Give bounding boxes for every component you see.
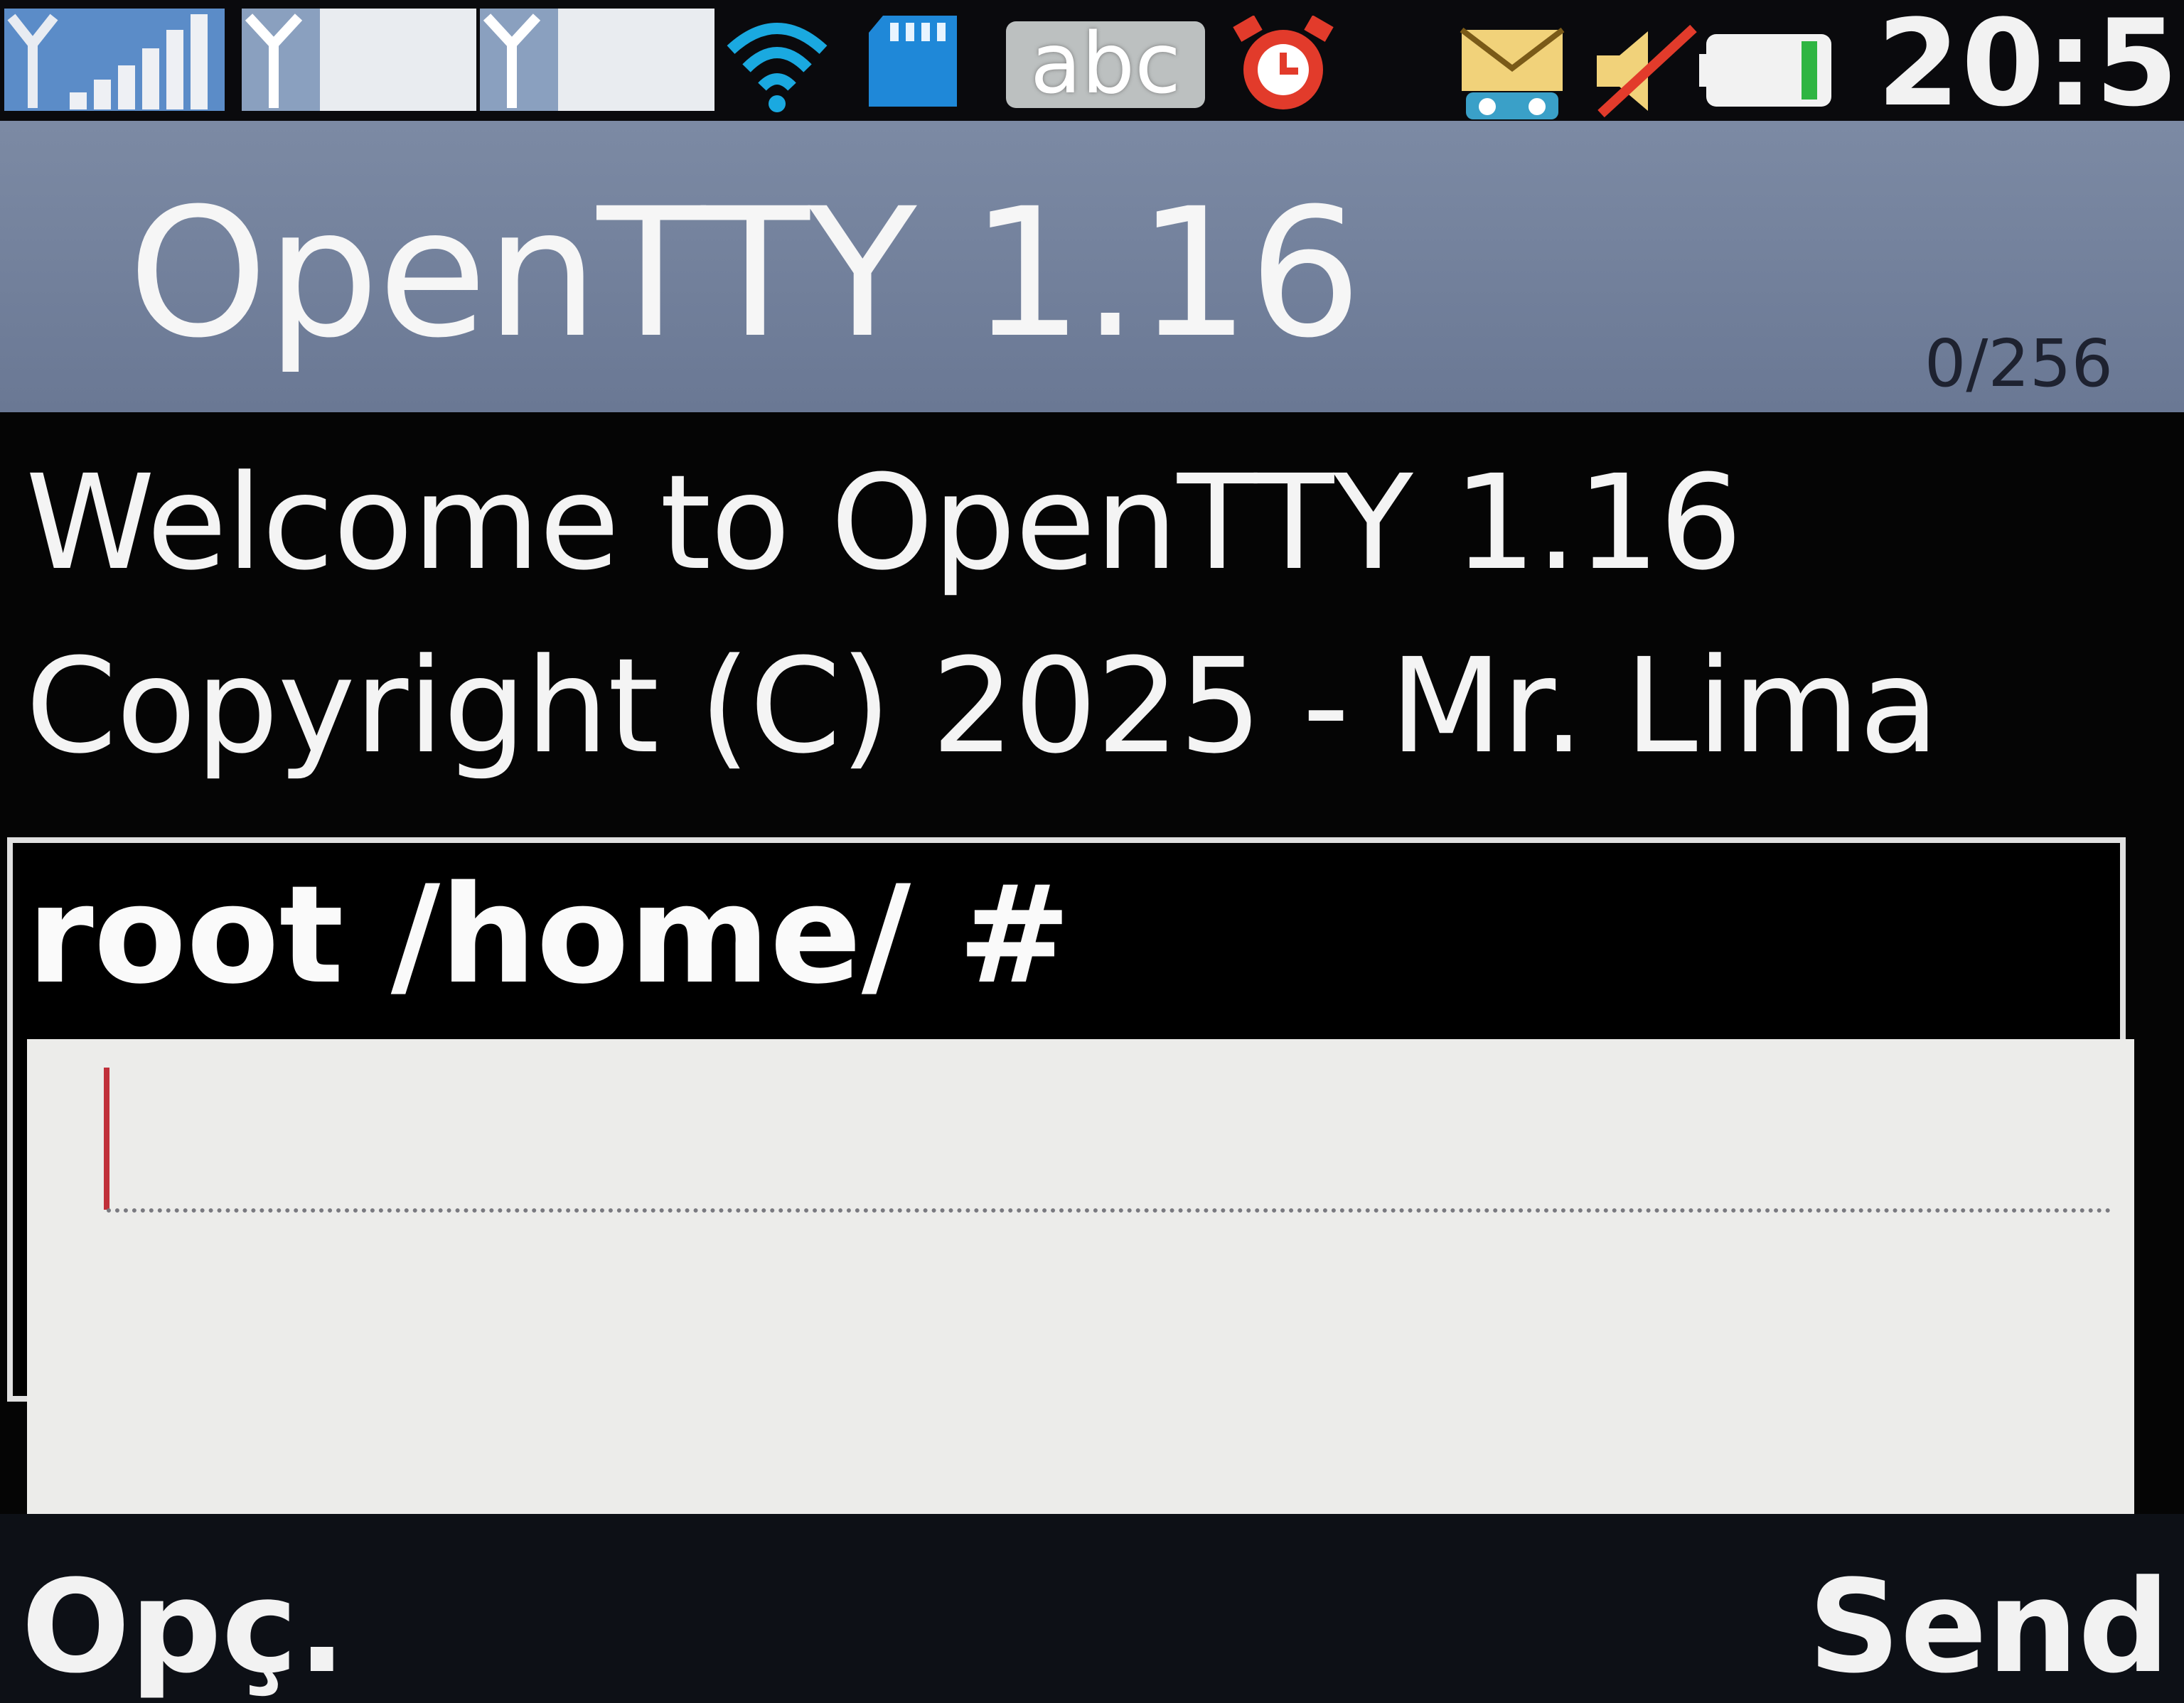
alarm-icon <box>1233 16 1334 109</box>
softkey-bar: Opç. Send <box>0 1514 2184 1703</box>
input-mode-icon: abc <box>1006 21 1205 108</box>
message-icon <box>1460 27 1565 119</box>
sd-card-icon <box>869 16 957 107</box>
text-caret <box>104 1068 109 1210</box>
command-prompt-label: root /home/ # <box>27 856 1071 1014</box>
silent-mode-icon <box>1597 24 1697 118</box>
wifi-icon <box>727 23 828 112</box>
send-softkey[interactable]: Send <box>1808 1557 2170 1699</box>
command-box: root /home/ # <box>7 837 2134 1538</box>
signal-icon <box>4 9 225 111</box>
command-input[interactable] <box>27 1039 2134 1538</box>
output-line-welcome: Welcome to OpenTTY 1.16 <box>26 447 1743 599</box>
input-underline <box>107 1208 2111 1213</box>
app-title: OpenTTY 1.16 <box>128 170 1362 377</box>
title-bar: OpenTTY 1.16 0/256 <box>0 121 2184 412</box>
character-counter: 0/256 <box>1924 326 2113 402</box>
battery-icon <box>1699 34 1831 107</box>
phone-screen: abc 20:59 OpenTTY 1.16 0/256 <box>0 0 2184 1703</box>
sim-signal-icon <box>242 9 476 111</box>
status-bar: abc 20:59 <box>0 0 2184 133</box>
clock: 20:59 <box>1877 0 2184 133</box>
sim-signal-icon <box>480 9 714 111</box>
terminal-output: Welcome to OpenTTY 1.16 Copyright (C) 20… <box>26 441 1939 807</box>
output-line-copyright: Copyright (C) 2025 - Mr. Lima <box>26 630 1939 783</box>
options-softkey[interactable]: Opç. <box>21 1557 346 1699</box>
